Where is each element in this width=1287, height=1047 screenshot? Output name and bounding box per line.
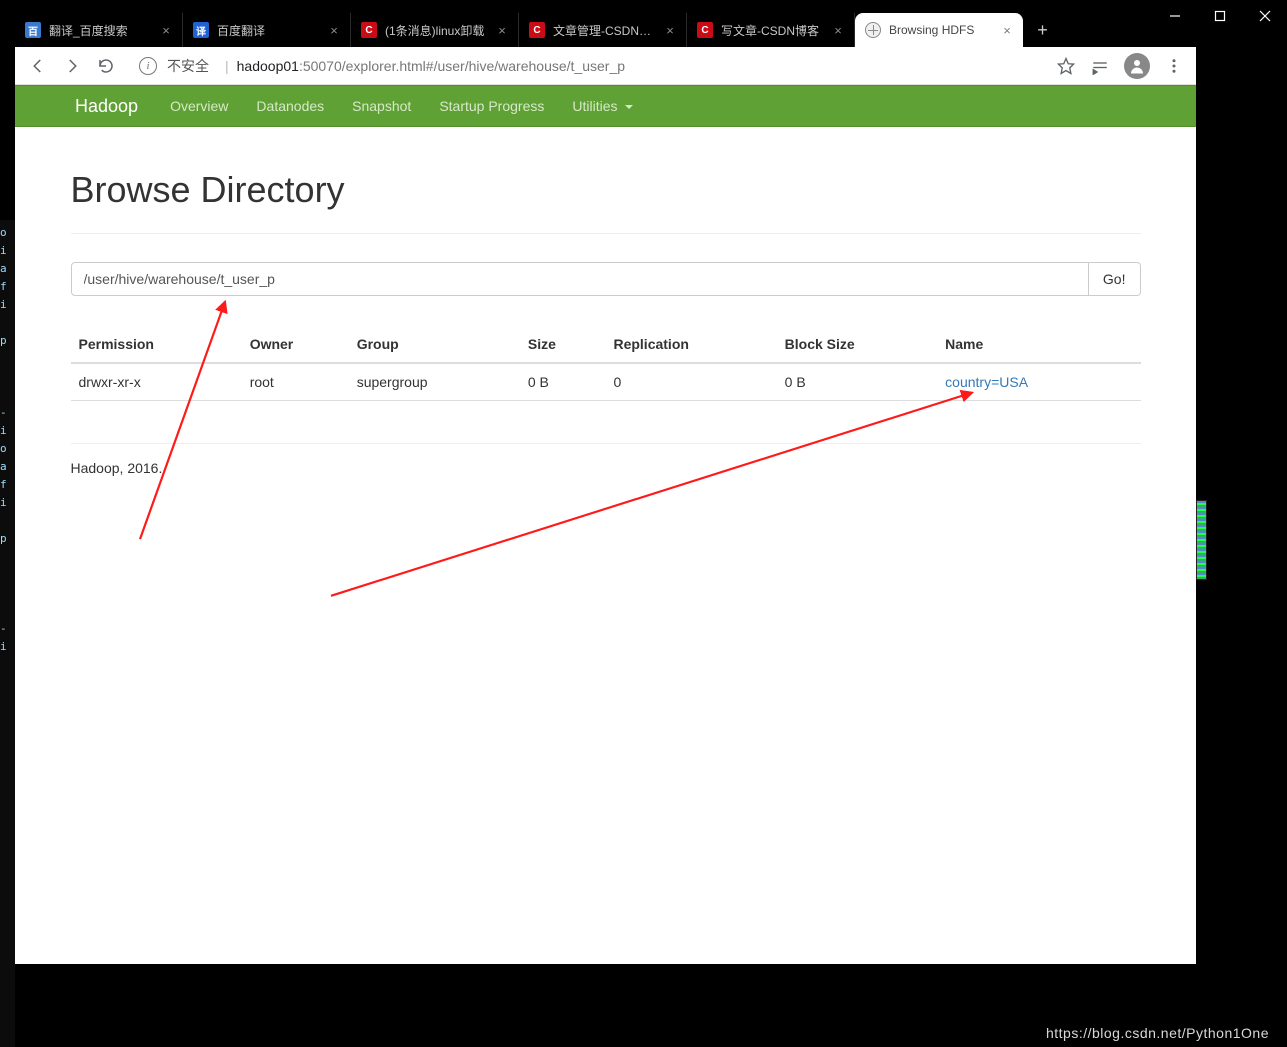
tab-close-icon[interactable]: × [494,22,510,38]
browser-tab[interactable]: 百 翻译_百度搜索 × [15,13,183,47]
nav-utilities[interactable]: Utilities [572,98,633,114]
col-permission: Permission [71,326,242,363]
tab-title: (1条消息)linux卸载 [385,22,494,39]
cell-group: supergroup [349,363,520,401]
favicon-icon: 译 [193,22,209,38]
address-bar-row: i 不安全 | hadoop01:50070/explorer.html#/us… [15,47,1196,85]
editor-left-strip: o i a f i p - i o a f i p - i [0,220,15,1047]
tab-title: 百度翻译 [217,22,326,39]
nav-reload-button[interactable] [89,49,123,83]
path-input-row: Go! [71,262,1141,296]
media-control-icon[interactable] [1090,56,1110,76]
nav-back-button[interactable] [21,49,55,83]
hadoop-navbar: Hadoop Overview Datanodes Snapshot Start… [15,85,1196,127]
separator: | [225,58,229,74]
nav-startup-progress[interactable]: Startup Progress [439,98,544,114]
window-maximize-button[interactable] [1197,1,1242,31]
url-host: hadoop01 [237,58,299,74]
chevron-down-icon [625,105,633,109]
tab-close-icon[interactable]: × [830,22,846,38]
favicon-icon: C [697,22,713,38]
divider [71,233,1141,234]
browser-tab[interactable]: C 写文章-CSDN博客 × [687,13,855,47]
tab-close-icon[interactable]: × [662,22,678,38]
cell-permission: drwxr-xr-x [71,363,242,401]
watermark-text: https://blog.csdn.net/Python1One [1046,1025,1269,1041]
info-icon[interactable]: i [139,57,157,75]
cell-replication: 0 [605,363,776,401]
nav-overview[interactable]: Overview [170,98,228,114]
window-minimize-button[interactable] [1152,1,1197,31]
favicon-icon: C [361,22,377,38]
nav-datanodes[interactable]: Datanodes [256,98,324,114]
cell-size: 0 B [520,363,606,401]
table-header-row: Permission Owner Group Size Replication … [71,326,1141,363]
browser-tab-active[interactable]: Browsing HDFS × [855,13,1023,47]
profile-avatar-icon[interactable] [1124,53,1150,79]
browser-tab[interactable]: 译 百度翻译 × [183,13,351,47]
minimap-strip [1196,500,1207,580]
browser-window: 百 翻译_百度搜索 × 译 百度翻译 × C (1条消息)linux卸载 × C… [15,10,1196,964]
page-content: Hadoop Overview Datanodes Snapshot Start… [15,85,1196,964]
tab-title: 写文章-CSDN博客 [721,22,830,39]
favicon-icon: 百 [25,22,41,38]
new-tab-button[interactable]: + [1029,16,1056,44]
col-replication: Replication [605,326,776,363]
tab-close-icon[interactable]: × [158,22,174,38]
tab-title: 文章管理-CSDN博客 [553,22,662,39]
tab-title: Browsing HDFS [889,23,999,37]
col-size: Size [520,326,606,363]
hadoop-brand[interactable]: Hadoop [75,96,138,117]
kebab-menu-icon[interactable] [1164,56,1184,76]
insecure-label: 不安全 [167,56,209,76]
col-group: Group [349,326,520,363]
address-bar[interactable]: i 不安全 | hadoop01:50070/explorer.html#/us… [129,51,1050,81]
tab-title: 翻译_百度搜索 [49,22,158,39]
tab-close-icon[interactable]: × [326,22,342,38]
tab-strip: 百 翻译_百度搜索 × 译 百度翻译 × C (1条消息)linux卸载 × C… [15,10,1196,47]
browser-tab[interactable]: C 文章管理-CSDN博客 × [519,13,687,47]
col-name: Name [937,326,1140,363]
directory-link[interactable]: country=USA [945,374,1028,390]
bookmark-star-icon[interactable] [1056,56,1076,76]
footer-text: Hadoop, 2016. [71,460,1141,476]
nav-forward-button[interactable] [55,49,89,83]
url-path: :50070/explorer.html#/user/hive/warehous… [299,58,625,74]
go-button[interactable]: Go! [1089,262,1141,296]
table-row: drwxr-xr-x root supergroup 0 B 0 0 B cou… [71,363,1141,401]
favicon-globe-icon [865,22,881,38]
col-block-size: Block Size [777,326,938,363]
nav-snapshot[interactable]: Snapshot [352,98,411,114]
cell-owner: root [242,363,349,401]
page-title: Browse Directory [71,169,1141,211]
cell-block-size: 0 B [777,363,938,401]
window-close-button[interactable] [1242,1,1287,31]
browser-tab[interactable]: C (1条消息)linux卸载 × [351,13,519,47]
col-owner: Owner [242,326,349,363]
divider [71,443,1141,444]
directory-table: Permission Owner Group Size Replication … [71,326,1141,401]
favicon-icon: C [529,22,545,38]
tab-close-icon[interactable]: × [999,22,1015,38]
path-input[interactable] [71,262,1089,296]
